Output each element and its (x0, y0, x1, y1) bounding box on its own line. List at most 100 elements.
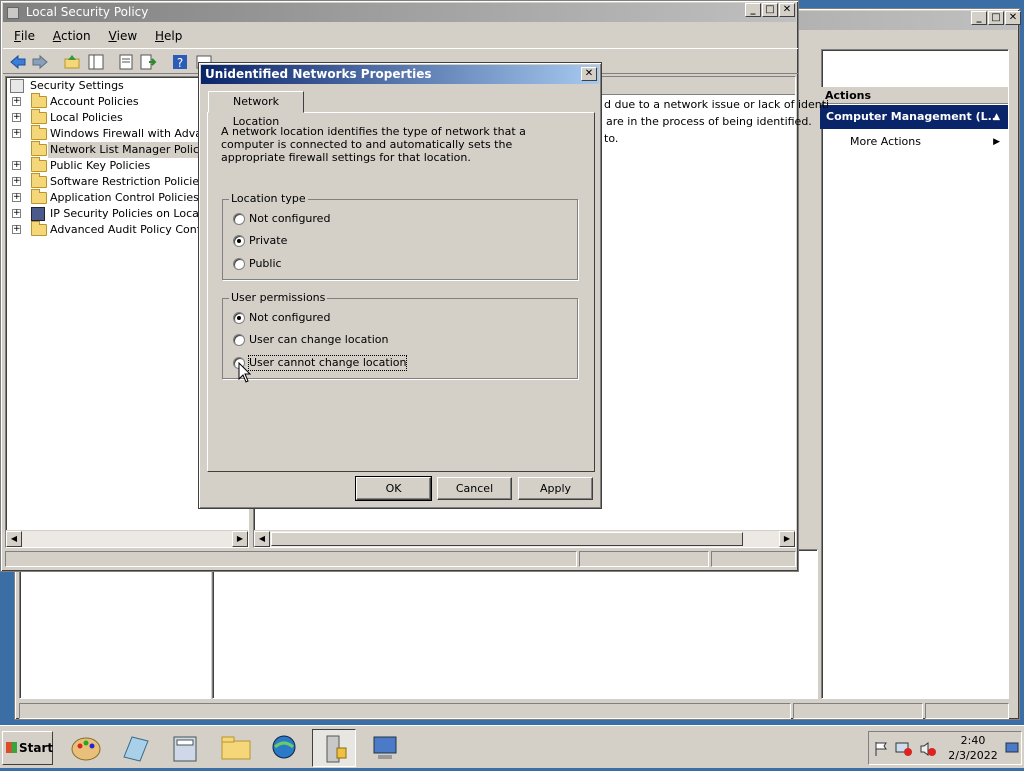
security-settings-icon (10, 79, 24, 93)
radio-button[interactable] (233, 235, 245, 247)
radio-button[interactable] (233, 312, 245, 324)
tree-item-label: Public Key Policies (50, 159, 151, 172)
folder-icon (31, 189, 47, 204)
tree-item-label: Local Policies (50, 111, 123, 124)
explorer-folder-icon[interactable] (214, 729, 258, 767)
expand-icon[interactable]: + (12, 209, 21, 218)
show-desktop-icon[interactable] (1005, 741, 1019, 755)
calculator-icon[interactable] (164, 729, 208, 767)
location-type-label: Location type (229, 192, 308, 205)
menu-file[interactable]: File (7, 27, 42, 45)
more-actions-item[interactable]: More Actions ▶ (850, 134, 1000, 150)
menu-view[interactable]: View (101, 27, 144, 45)
ok-button[interactable]: OK (355, 476, 432, 501)
scroll-right-icon[interactable]: ▶ (779, 531, 795, 547)
more-actions-label: More Actions (850, 135, 921, 148)
expand-icon[interactable]: + (12, 129, 21, 138)
dialog-title: Unidentified Networks Properties (205, 67, 432, 81)
expand-icon[interactable]: + (12, 113, 21, 122)
apply-button[interactable]: Apply (518, 477, 593, 500)
back-arrow-icon[interactable] (9, 53, 27, 71)
help-icon[interactable]: ? (171, 53, 189, 71)
tree-hscrollbar[interactable]: ◀ ▶ (6, 530, 248, 547)
menu-help-rest: elp (164, 29, 183, 43)
folder-icon (31, 221, 47, 236)
expand-icon[interactable]: + (12, 97, 21, 106)
minimize-button[interactable]: _ (745, 3, 761, 17)
properties-icon[interactable] (117, 53, 135, 71)
scroll-thumb[interactable] (271, 532, 743, 546)
status-pane (925, 703, 1009, 719)
actions-header: Actions (820, 87, 1008, 104)
menu-view-rest: iew (116, 29, 138, 43)
radio-label: Not configured (249, 311, 331, 324)
tab-panel: A network location identifies the type o… (207, 112, 595, 472)
paint-icon[interactable] (64, 729, 108, 767)
taskbar: Start 2:40 2/3/2022 (0, 725, 1024, 768)
user-permissions-group: User permissions Not configured User can… (222, 291, 578, 379)
close-button[interactable]: ✕ (581, 67, 597, 81)
notepad-icon[interactable] (114, 729, 158, 767)
details-line-3: to. (604, 132, 619, 145)
folder-icon (31, 141, 47, 156)
status-pane (5, 551, 577, 567)
radio-label: User cannot change location (247, 355, 408, 371)
show-hide-tree-icon[interactable] (87, 53, 105, 71)
ip-security-icon (31, 207, 45, 221)
user-permissions-label: User permissions (229, 291, 328, 304)
radio-button[interactable] (233, 258, 245, 270)
details-hscrollbar[interactable]: ◀ ▶ (254, 530, 795, 547)
folder-lock-icon (31, 109, 47, 124)
radio-label: User can change location (249, 333, 389, 346)
scroll-right-icon[interactable]: ▶ (232, 531, 248, 547)
status-pane (793, 703, 923, 719)
close-button[interactable]: ✕ (779, 3, 795, 17)
start-button[interactable]: Start (2, 731, 53, 765)
folder-icon (31, 157, 47, 172)
folder-icon (31, 125, 47, 140)
minimize-button[interactable]: _ (971, 11, 987, 25)
maximize-button[interactable]: □ (762, 3, 778, 17)
maximize-button[interactable]: □ (988, 11, 1004, 25)
actions-section-label: Computer Management (L... (826, 110, 1001, 123)
location-type-group: Location type Not configured Private Pub… (222, 192, 578, 280)
status-pane (19, 703, 791, 719)
expand-icon[interactable]: + (12, 193, 21, 202)
tree-item-label: Windows Firewall with Advance (50, 127, 222, 140)
start-label: Start (19, 741, 54, 755)
volume-muted-icon[interactable] (919, 741, 937, 757)
background-statusbar (19, 701, 1009, 721)
menu-help[interactable]: Help (148, 27, 189, 45)
cancel-button[interactable]: Cancel (437, 477, 512, 500)
scroll-left-icon[interactable]: ◀ (6, 531, 22, 547)
close-button[interactable]: ✕ (1005, 11, 1021, 25)
radio-button[interactable] (233, 334, 245, 346)
actions-section-header[interactable]: Computer Management (L... ▲ (820, 105, 1008, 129)
forward-arrow-icon[interactable] (31, 53, 49, 71)
export-list-icon[interactable] (139, 53, 157, 71)
expand-icon[interactable]: + (12, 177, 21, 186)
computer-management-task[interactable] (362, 729, 406, 767)
system-tray: 2:40 2/3/2022 (868, 731, 1022, 765)
expand-icon[interactable]: + (12, 225, 21, 234)
tab-network-location[interactable]: Network Location (208, 91, 304, 128)
network-error-icon[interactable] (895, 741, 913, 757)
security-policy-icon (7, 6, 19, 19)
scroll-left-icon[interactable]: ◀ (254, 531, 270, 547)
details-line-2: are in the process of being identified. (606, 115, 812, 128)
up-folder-icon[interactable] (63, 53, 81, 71)
internet-explorer-icon[interactable] (264, 729, 308, 767)
radio-button[interactable] (233, 213, 245, 225)
windows-logo-icon (6, 742, 17, 753)
folder-lock-icon (31, 93, 47, 108)
clock-date[interactable]: 2/3/2022 (941, 749, 1005, 762)
menu-action[interactable]: Action (46, 27, 98, 45)
action-center-flag-icon[interactable] (873, 741, 889, 757)
expand-icon[interactable]: + (12, 161, 21, 170)
collapse-up-icon[interactable]: ▲ (993, 105, 1000, 129)
local-security-policy-task[interactable] (312, 729, 356, 767)
clock-time[interactable]: 2:40 (951, 734, 995, 747)
main-window-title: Local Security Policy (25, 5, 149, 19)
radio-label: Not configured (249, 212, 331, 225)
tree-item-label: Account Policies (50, 95, 139, 108)
